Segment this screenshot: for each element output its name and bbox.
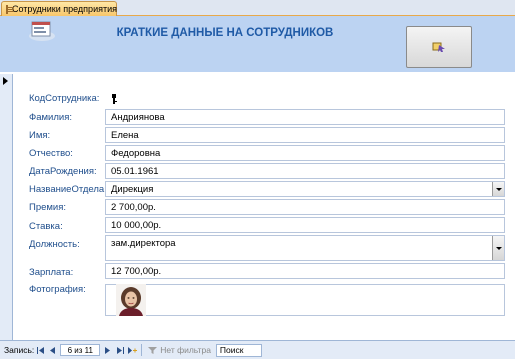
combo-nazvanie-otdela-value: Дирекция: [111, 184, 154, 195]
label-imya: Имя:: [29, 130, 51, 141]
form-header: КРАТКИЕ ДАННЫЕ НА СОТРУДНИКОВ: [0, 16, 515, 72]
label-zarplata: Зарплата:: [29, 267, 74, 278]
previous-record-button[interactable]: [47, 344, 57, 356]
label-stavka: Ставка:: [29, 221, 63, 232]
label-dolzhnost: Должность:: [29, 239, 80, 250]
filter-toggle-button[interactable]: Нет фильтра: [145, 344, 214, 357]
label-nazvanie-otdela: НазваниеОтдела:: [29, 184, 107, 195]
new-record-button[interactable]: [127, 344, 137, 356]
employee-photo: [116, 284, 146, 316]
form-detail: КодСотрудника: Фамилия: Андриянова Имя: …: [13, 74, 515, 340]
next-record-button[interactable]: [103, 344, 113, 356]
record-selector-arrow-icon: [3, 77, 8, 85]
form-title: КРАТКИЕ ДАННЫЕ НА СОТРУДНИКОВ: [116, 27, 334, 39]
document-tab-strip: Сотрудники предприятия: [0, 0, 515, 16]
label-data-rozhdeniya: ДатаРождения:: [29, 166, 97, 177]
field-otchestvo[interactable]: Федоровна: [105, 145, 505, 161]
field-stavka[interactable]: 10 000,00р.: [105, 217, 505, 233]
combo-nazvanie-otdela[interactable]: Дирекция: [105, 181, 505, 197]
run-macro-button[interactable]: [406, 26, 472, 68]
form-tab-icon: [6, 4, 14, 14]
tab-label: Сотрудники предприятия: [12, 4, 117, 14]
first-record-button[interactable]: [35, 344, 45, 356]
label-otchestvo: Отчество:: [29, 148, 73, 159]
label-familiya: Фамилия:: [29, 112, 72, 123]
new-record-icon: [127, 346, 137, 354]
record-navigation-bar: Запись: 6 из 11 Нет фильтра Поиск: [0, 340, 515, 359]
run-macro-icon: [432, 42, 445, 52]
field-zarplata[interactable]: 12 700,00р.: [105, 263, 505, 279]
funnel-icon: [148, 346, 158, 354]
key-icon: [111, 94, 117, 106]
next-record-icon: [105, 346, 111, 354]
chevron-down-icon[interactable]: [492, 236, 504, 260]
record-position-input[interactable]: 6 из 11: [60, 344, 101, 356]
label-premiya: Премия:: [29, 202, 67, 213]
tab-employees[interactable]: Сотрудники предприятия: [1, 1, 117, 16]
form-icon: [29, 21, 55, 41]
last-record-icon: [116, 346, 124, 354]
search-input[interactable]: Поиск: [215, 343, 262, 357]
field-data-rozhdeniya[interactable]: 05.01.1961: [105, 163, 505, 179]
chevron-down-icon[interactable]: [492, 182, 504, 196]
field-imya[interactable]: Елена: [105, 127, 505, 143]
combo-dolzhnost-value: зам.директора: [111, 238, 176, 249]
record-selector[interactable]: [0, 74, 13, 340]
last-record-button[interactable]: [115, 344, 125, 356]
field-familiya[interactable]: Андриянова: [105, 109, 505, 125]
label-kod: КодСотрудника:: [29, 93, 100, 104]
previous-record-icon: [50, 346, 56, 354]
filter-label: Нет фильтра: [160, 345, 211, 355]
record-label: Запись:: [4, 345, 35, 355]
nav-separator: [141, 344, 143, 356]
field-kod[interactable]: [105, 91, 129, 107]
label-fotografiya: Фотография:: [29, 284, 86, 295]
photo-frame[interactable]: [105, 284, 505, 316]
combo-dolzhnost[interactable]: зам.директора: [105, 235, 505, 261]
first-record-icon: [36, 346, 44, 354]
field-premiya[interactable]: 2 700,00р.: [105, 199, 505, 215]
